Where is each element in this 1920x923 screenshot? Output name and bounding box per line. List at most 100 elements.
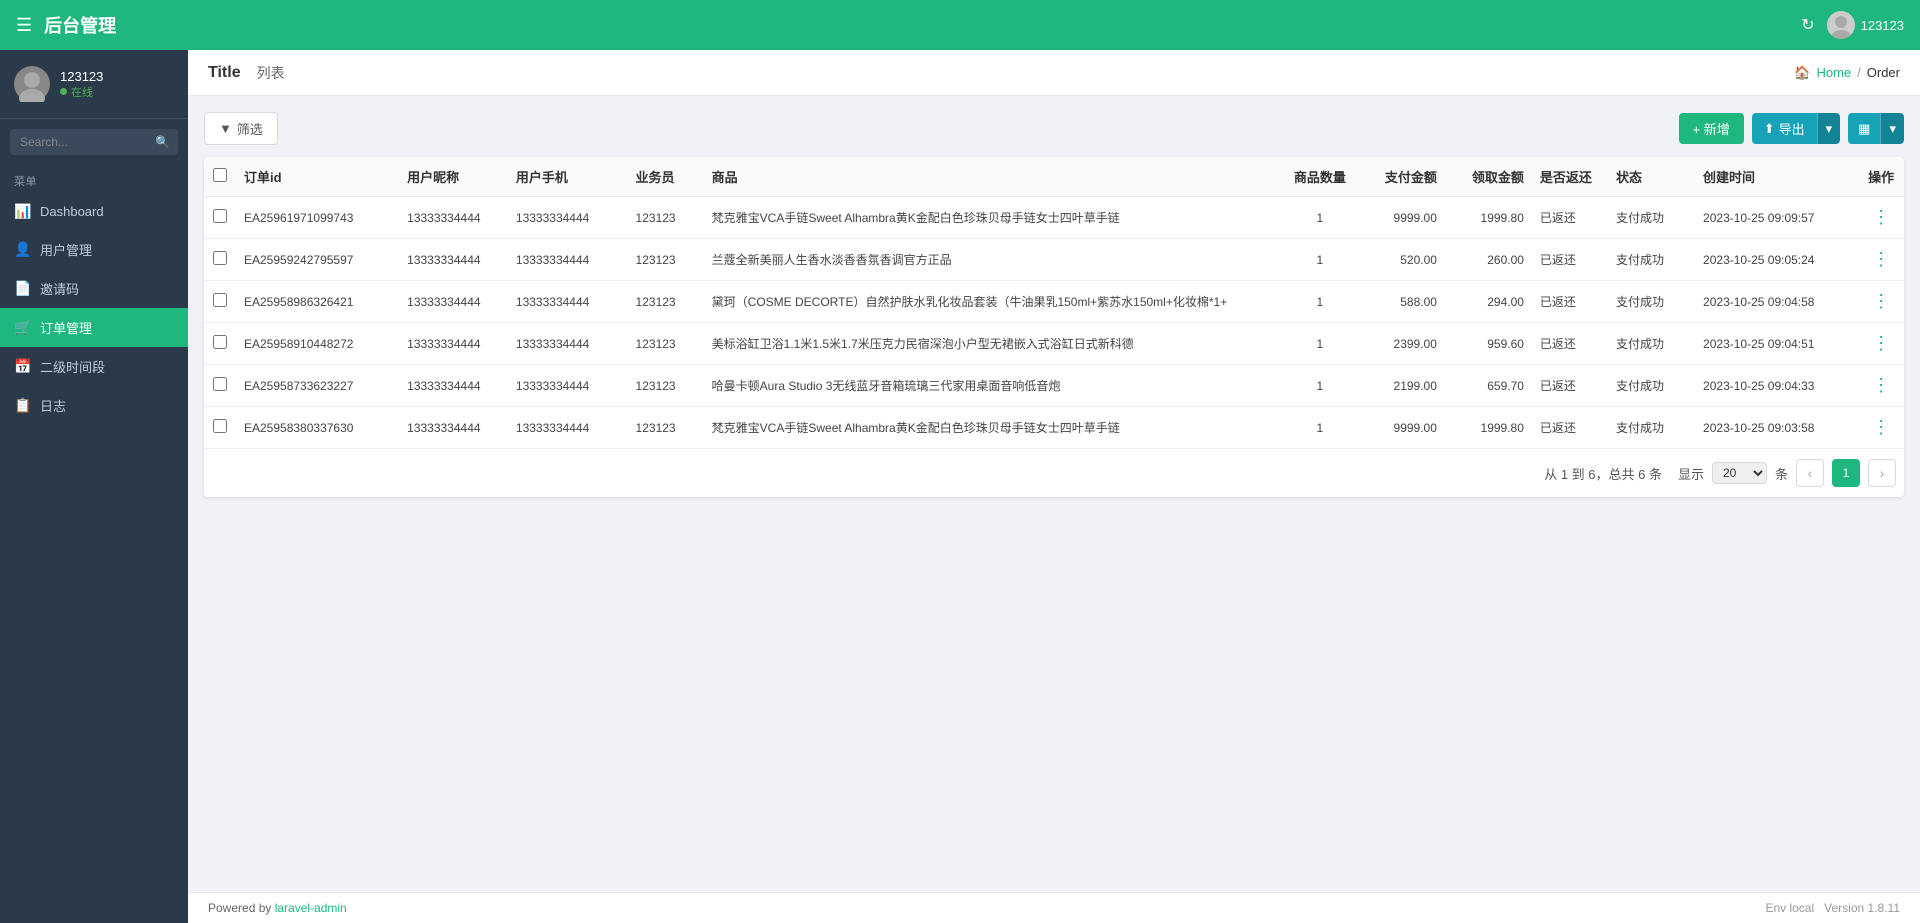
refresh-icon[interactable]: ↻ <box>1801 15 1814 35</box>
table-body: EA25961971099743 13333334444 13333334444… <box>204 197 1904 449</box>
row-action[interactable]: ⋮ <box>1858 323 1904 365</box>
row-createtime: 2023-10-25 09:09:57 <box>1695 197 1858 239</box>
table-row: EA25959242795597 13333334444 13333334444… <box>204 239 1904 281</box>
cols-button[interactable]: ▦ <box>1848 113 1880 144</box>
breadcrumb-home-label[interactable]: Home <box>1816 65 1851 80</box>
filter-label: 筛选 <box>237 119 263 138</box>
sidebar-item-users[interactable]: 👤 用户管理 <box>0 230 188 269</box>
row-cashback: 1999.80 <box>1445 197 1532 239</box>
row-agent: 123123 <box>628 365 704 407</box>
sidebar-item-timeslot[interactable]: 📅 二级时间段 <box>0 347 188 386</box>
row-status: 支付成功 <box>1608 281 1695 323</box>
row-action-dots[interactable]: ⋮ <box>1872 375 1890 395</box>
row-checkbox[interactable] <box>213 419 227 433</box>
breadcrumb-current: Order <box>1867 65 1900 80</box>
row-checkbox[interactable] <box>213 209 227 223</box>
sidebar-item-logs[interactable]: 📋 日志 <box>0 386 188 425</box>
select-all-checkbox[interactable] <box>213 168 227 182</box>
per-label: 条 <box>1775 464 1788 483</box>
page-size-select[interactable]: 20 10 50 100 <box>1712 462 1767 484</box>
row-username: 13333334444 <box>399 239 508 281</box>
dashboard-icon: 📊 <box>14 203 30 220</box>
row-checkbox[interactable] <box>213 335 227 349</box>
next-page-button[interactable]: › <box>1868 459 1896 487</box>
filter-button[interactable]: ▼ 筛选 <box>204 112 278 145</box>
export-caret-button[interactable]: ▾ <box>1817 113 1841 144</box>
row-cashback: 260.00 <box>1445 239 1532 281</box>
row-amount: 9999.00 <box>1358 407 1445 449</box>
sidebar-section-label: 菜单 <box>0 165 188 193</box>
row-action-dots[interactable]: ⋮ <box>1872 207 1890 227</box>
search-input[interactable] <box>10 129 178 155</box>
row-action-dots[interactable]: ⋮ <box>1872 333 1890 353</box>
filter-icon: ▼ <box>219 121 232 136</box>
powered-by-text: Powered by <box>208 901 275 915</box>
row-checkbox-cell <box>204 281 236 323</box>
row-action[interactable]: ⋮ <box>1858 197 1904 239</box>
row-amount: 520.00 <box>1358 239 1445 281</box>
prev-page-button[interactable]: ‹ <box>1796 459 1824 487</box>
sidebar-item-invite[interactable]: 📄 邀请码 <box>0 269 188 308</box>
show-label: 显示 <box>1678 464 1704 483</box>
row-refund: 已返还 <box>1532 281 1608 323</box>
sidebar-item-label: 日志 <box>40 396 66 415</box>
cols-caret-button[interactable]: ▾ <box>1880 113 1904 144</box>
table-row: EA25961971099743 13333334444 13333334444… <box>204 197 1904 239</box>
row-checkbox[interactable] <box>213 293 227 307</box>
col-header-count: 商品数量 <box>1282 157 1358 197</box>
row-username: 13333334444 <box>399 365 508 407</box>
table-row: EA25958910448272 13333334444 13333334444… <box>204 323 1904 365</box>
sidebar-item-label: 邀请码 <box>40 279 79 298</box>
col-header-orderid: 订单id <box>236 157 399 197</box>
export-icon: ⬆ <box>1764 121 1775 137</box>
row-checkbox[interactable] <box>213 377 227 391</box>
row-action-dots[interactable]: ⋮ <box>1872 249 1890 269</box>
row-username: 13333334444 <box>399 323 508 365</box>
row-goods: 梵克雅宝VCA手链Sweet Alhambra黄K金配白色珍珠贝母手链女士四叶草… <box>704 197 1282 239</box>
env-label: Env local <box>1765 901 1814 915</box>
row-goods: 哈曼卡顿Aura Studio 3无线蓝牙音箱琉璃三代家用桌面音响低音炮 <box>704 365 1282 407</box>
sidebar-item-label: 用户管理 <box>40 240 92 259</box>
export-group: ⬆ 导出 ▾ <box>1752 113 1840 144</box>
row-cashback: 959.60 <box>1445 323 1532 365</box>
top-nav-right: ↻ 123123 <box>1801 11 1904 39</box>
row-action[interactable]: ⋮ <box>1858 239 1904 281</box>
page-body: ▼ 筛选 + 新增 ⬆ 导出 ▾ <box>188 96 1920 892</box>
user-info[interactable]: 123123 <box>1827 11 1904 39</box>
page-title-area: Title 列表 <box>208 63 285 83</box>
sidebar-user: 123123 在线 <box>0 50 188 119</box>
row-action[interactable]: ⋮ <box>1858 281 1904 323</box>
row-goods: 梵克雅宝VCA手链Sweet Alhambra黄K金配白色珍珠贝母手链女士四叶草… <box>704 407 1282 449</box>
row-orderid: EA25958986326421 <box>236 281 399 323</box>
col-header-amount: 支付金额 <box>1358 157 1445 197</box>
orders-icon: 🛒 <box>14 319 30 336</box>
row-action[interactable]: ⋮ <box>1858 365 1904 407</box>
table-row: EA25958986326421 13333334444 13333334444… <box>204 281 1904 323</box>
export-button[interactable]: ⬆ 导出 <box>1752 113 1817 144</box>
row-agent: 123123 <box>628 323 704 365</box>
row-checkbox[interactable] <box>213 251 227 265</box>
row-action-dots[interactable]: ⋮ <box>1872 417 1890 437</box>
row-count: 1 <box>1282 365 1358 407</box>
add-button[interactable]: + 新增 <box>1679 113 1744 144</box>
cols-icon: ▦ <box>1858 121 1870 137</box>
row-checkbox-cell <box>204 407 236 449</box>
row-checkbox-cell <box>204 365 236 407</box>
row-action[interactable]: ⋮ <box>1858 407 1904 449</box>
col-header-status: 状态 <box>1608 157 1695 197</box>
sidebar-item-dashboard[interactable]: 📊 Dashboard <box>0 193 188 230</box>
row-action-dots[interactable]: ⋮ <box>1872 291 1890 311</box>
row-status: 支付成功 <box>1608 365 1695 407</box>
page-1-button[interactable]: 1 <box>1832 459 1860 487</box>
col-header-action: 操作 <box>1858 157 1904 197</box>
row-username: 13333334444 <box>399 407 508 449</box>
top-nav-left: ☰ 后台管理 <box>16 12 116 38</box>
row-status: 支付成功 <box>1608 407 1695 449</box>
users-icon: 👤 <box>14 241 30 258</box>
sidebar-item-orders[interactable]: 🛒 订单管理 <box>0 308 188 347</box>
row-count: 1 <box>1282 239 1358 281</box>
hamburger-icon[interactable]: ☰ <box>16 15 32 36</box>
cols-group: ▦ ▾ <box>1848 113 1904 144</box>
row-agent: 123123 <box>628 281 704 323</box>
laravel-admin-link[interactable]: laravel-admin <box>275 901 347 915</box>
